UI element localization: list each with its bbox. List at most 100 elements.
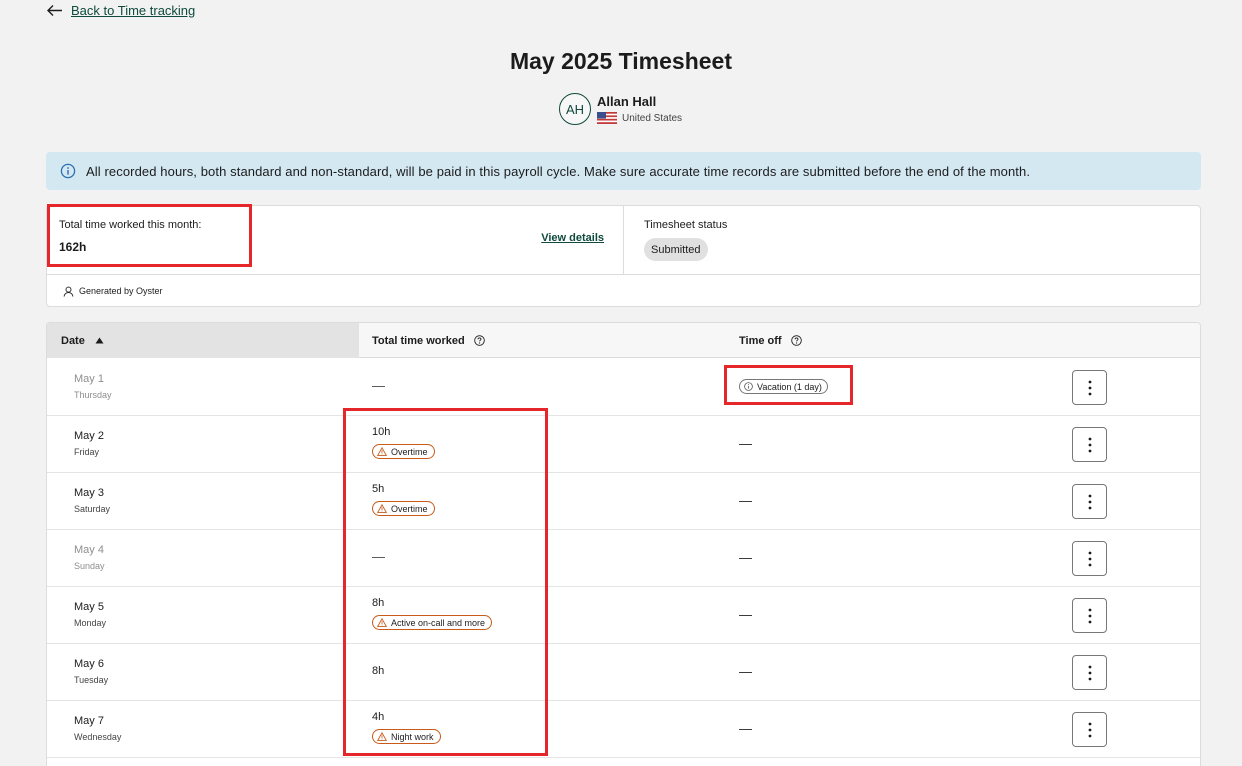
table-row: May 3 Saturday 5h Overtime —	[47, 473, 1200, 530]
row-weekday: Tuesday	[74, 675, 109, 685]
warning-triangle-icon	[377, 618, 387, 627]
page-title: May 2025 Timesheet	[509, 48, 733, 74]
row-time-off-value: —	[739, 607, 752, 622]
timesheet-status-label: Timesheet status	[644, 219, 728, 231]
column-header-total-time-worked: Total time worked	[372, 323, 485, 358]
warning-badge: Night work	[372, 729, 441, 744]
column-header-date[interactable]: Date	[47, 323, 359, 358]
status-badge: Submitted	[644, 238, 708, 261]
row-time-off-value: —	[739, 493, 752, 508]
row-date: May 5	[74, 601, 104, 613]
more-vertical-icon	[1088, 437, 1091, 452]
info-icon	[60, 163, 76, 179]
row-time-off-value: —	[739, 664, 752, 679]
warning-badge-label: Overtime	[391, 446, 428, 457]
warning-triangle-icon	[377, 447, 387, 456]
column-header-date-label: Date	[61, 334, 85, 347]
table-row: May 4 Sunday — —	[47, 530, 1200, 587]
row-time-off-value: —	[739, 721, 752, 736]
info-icon	[744, 382, 753, 391]
total-time-section: Total time worked this month: 162h View …	[47, 206, 624, 274]
arrow-left-icon	[47, 5, 62, 16]
row-worked: 4h Night work	[372, 711, 441, 744]
warning-badge-label: Overtime	[391, 503, 428, 514]
total-time-label: Total time worked this month:	[59, 219, 202, 231]
table-row: May 5 Monday 8h Active on-call and more …	[47, 587, 1200, 644]
table-row: May 2 Friday 10h Overtime —	[47, 416, 1200, 473]
row-date: May 2	[74, 430, 104, 442]
row-weekday: Friday	[74, 447, 100, 457]
row-date: May 7	[74, 715, 104, 727]
time-off-badge: Vacation (1 day)	[739, 379, 828, 394]
more-vertical-icon	[1088, 494, 1091, 509]
row-worked-value: —	[372, 549, 385, 564]
back-link-label[interactable]: Back to Time tracking	[71, 3, 195, 18]
row-date: May 6	[74, 658, 104, 670]
sort-ascending-icon	[95, 337, 104, 344]
info-banner-text: All recorded hours, both standard and no…	[86, 163, 1031, 179]
warning-badge: Overtime	[372, 501, 435, 516]
column-header-time-off-label: Time off	[739, 334, 782, 347]
help-circle-icon[interactable]	[790, 335, 802, 346]
more-vertical-icon	[1088, 551, 1091, 566]
warning-badge: Active on-call and more	[372, 615, 493, 630]
row-worked-value: 5h	[372, 483, 385, 495]
employee-name: Allan Hall	[597, 94, 657, 109]
total-time-value: 162h	[59, 240, 87, 254]
warning-badge: Overtime	[372, 444, 435, 459]
row-worked: 8h Active on-call and more	[372, 597, 493, 630]
row-time-off-value: —	[739, 550, 752, 565]
warning-triangle-icon	[377, 504, 387, 513]
column-header-worked-label: Total time worked	[372, 334, 465, 347]
warning-triangle-icon	[377, 732, 387, 741]
row-worked-value: 4h	[372, 711, 385, 723]
row-actions-button[interactable]	[1072, 655, 1107, 690]
timesheet-summary-card: Total time worked this month: 162h View …	[46, 205, 1201, 307]
timesheet-table: Date Total time worked Time off May 1 Th…	[46, 322, 1201, 766]
us-flag-icon	[597, 112, 617, 124]
row-time-off-value: —	[739, 436, 752, 451]
generated-by-label: Generated by Oyster	[79, 286, 163, 296]
column-header-time-off: Time off	[739, 323, 802, 358]
row-worked-value: —	[372, 378, 385, 393]
user-icon	[63, 286, 74, 297]
row-date: May 4	[74, 544, 104, 556]
row-worked: 5h Overtime	[372, 483, 435, 516]
employee-info: AH Allan Hall United States	[559, 93, 682, 125]
back-to-time-tracking-link[interactable]: Back to Time tracking	[46, 3, 195, 18]
row-date: May 1	[74, 373, 104, 385]
row-worked-value: 8h	[372, 665, 385, 677]
table-row: May 1 Thursday — Vacation (1 day)	[47, 359, 1200, 416]
row-weekday: Thursday	[74, 390, 112, 400]
table-row: May 6 Tuesday 8h —	[47, 644, 1200, 701]
more-vertical-icon	[1088, 665, 1091, 680]
warning-badge-label: Night work	[391, 731, 434, 742]
row-date: May 3	[74, 487, 104, 499]
table-header: Date Total time worked Time off	[47, 323, 1200, 358]
row-actions-button[interactable]	[1072, 598, 1107, 633]
time-off-label: Vacation (1 day)	[757, 381, 822, 392]
more-vertical-icon	[1088, 380, 1091, 395]
warning-badge-label: Active on-call and more	[391, 617, 486, 628]
row-actions-button[interactable]	[1072, 427, 1107, 462]
row-worked-value: 10h	[372, 426, 391, 438]
view-details-link[interactable]: View details	[541, 232, 604, 244]
row-actions-button[interactable]	[1072, 484, 1107, 519]
row-actions-button[interactable]	[1072, 712, 1107, 747]
row-weekday: Wednesday	[74, 732, 122, 742]
row-worked-value: 8h	[372, 597, 385, 609]
table-row: May 7 Wednesday 4h Night work —	[47, 701, 1200, 758]
help-circle-icon[interactable]	[473, 335, 485, 346]
row-worked: 10h Overtime	[372, 426, 435, 459]
avatar: AH	[559, 93, 591, 125]
employee-country: United States	[622, 112, 683, 124]
row-actions-button[interactable]	[1072, 370, 1107, 405]
info-banner: All recorded hours, both standard and no…	[46, 152, 1201, 190]
more-vertical-icon	[1088, 722, 1091, 737]
generated-by: Generated by Oyster	[47, 274, 1200, 307]
row-actions-button[interactable]	[1072, 541, 1107, 576]
row-weekday: Sunday	[74, 561, 105, 571]
row-weekday: Monday	[74, 618, 107, 628]
row-weekday: Saturday	[74, 504, 111, 514]
more-vertical-icon	[1088, 608, 1091, 623]
